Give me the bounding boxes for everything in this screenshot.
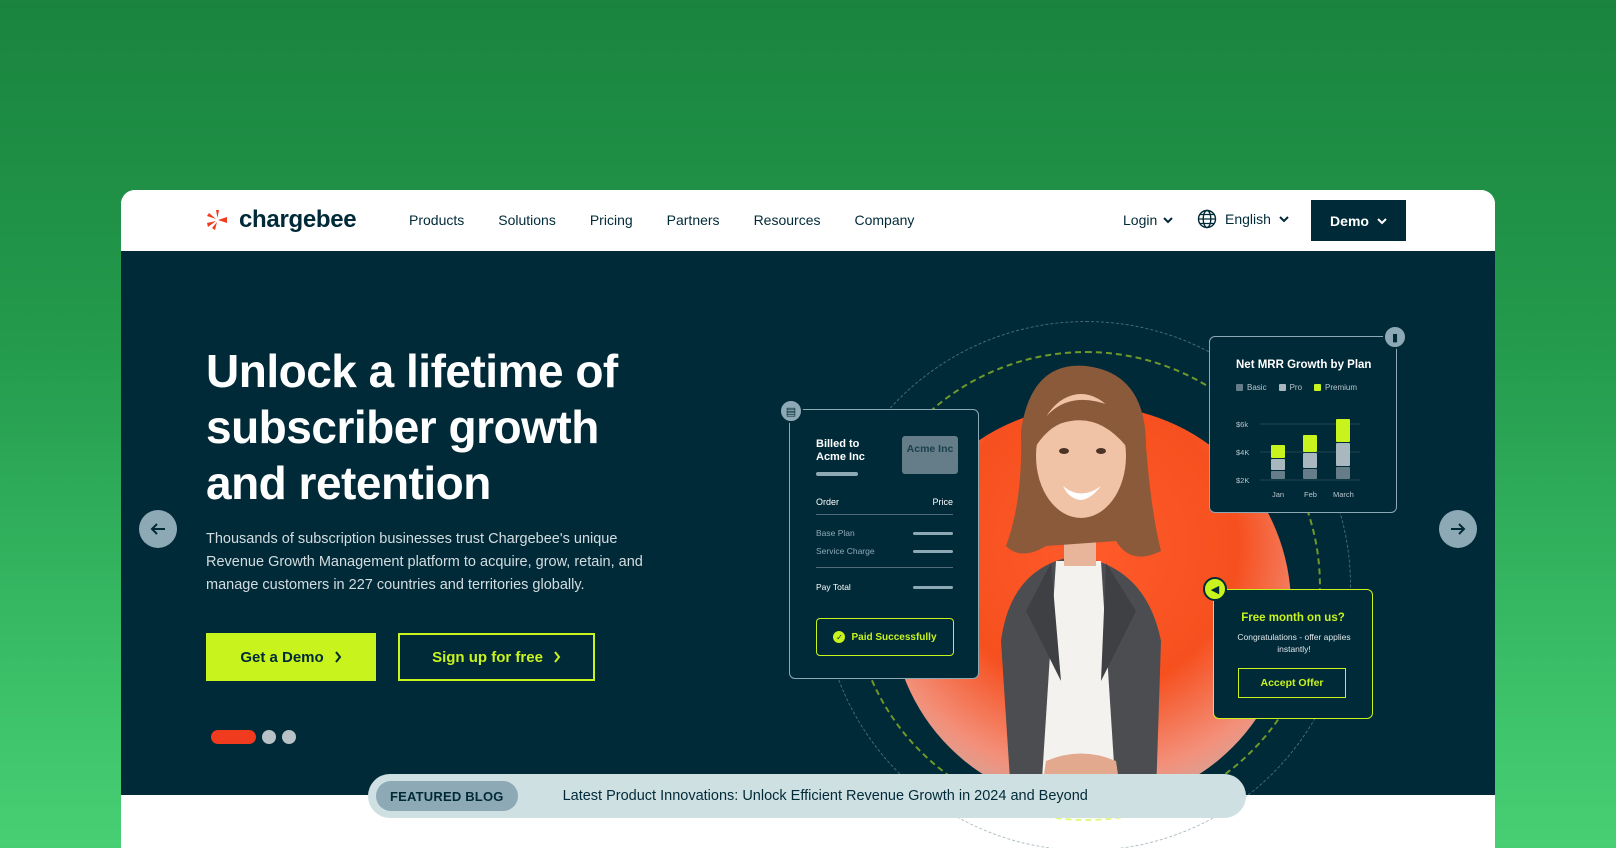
placeholder-bar [913,585,953,589]
carousel-next-button[interactable] [1439,510,1477,548]
hero-person-image [1001,365,1161,795]
legend-pro: Pro [1278,383,1302,392]
pay-total-label: Pay Total [816,582,851,592]
order-column-label: Order [816,497,840,507]
customer-tag: Acme Inc [902,436,958,474]
carousel-prev-button[interactable] [139,510,177,548]
y-tick: $4K [1236,448,1249,457]
placeholder-bar [913,531,953,535]
nav-item-resources[interactable]: Resources [754,212,821,228]
megaphone-icon: ◀ [1203,577,1227,601]
invoice-row: Base Plan [816,528,953,538]
carousel-dot[interactable] [282,730,296,744]
featured-blog-banner[interactable]: FEATURED BLOG Latest Product Innovations… [368,774,1246,818]
invoice-row: Service Charge [816,546,953,556]
main-menu: Products Solutions Pricing Partners Reso… [409,212,948,228]
brand-name: chargebee [239,206,357,233]
bar-basic-jan [1271,471,1285,479]
hero-section: Unlock a lifetime of subscriber growth a… [121,251,1495,848]
arrow-left-icon [150,523,165,535]
offer-card: Free month on us? Congratulations - offe… [1213,589,1373,719]
demo-button[interactable]: Demo [1311,200,1406,241]
bar-premium-march [1336,419,1350,442]
service-charge-label: Service Charge [816,546,875,556]
nav-item-products[interactable]: Products [409,212,464,228]
mrr-chart-card: Net MRR Growth by Plan Basic Pro Premium… [1209,336,1397,513]
login-dropdown[interactable]: Login [1123,212,1173,228]
top-nav: chargebee Products Solutions Pricing Par… [121,190,1495,251]
divider [816,567,953,568]
logo[interactable]: chargebee [205,206,357,234]
bar-premium-jan [1271,445,1285,458]
demo-label: Demo [1330,212,1369,229]
chevron-down-icon [1377,217,1387,224]
offer-text: Congratulations - offer applies instantl… [1237,632,1351,654]
mrr-bar-chart: $6k $4K $2K Jan Feb March [1236,419,1360,499]
carousel-indicators [211,730,296,744]
get-demo-button[interactable]: Get a Demo [206,633,376,681]
hero-title: Unlock a lifetime of subscriber growth a… [206,345,618,509]
x-tick: Feb [1304,490,1317,499]
arrow-right-icon [1451,523,1466,535]
check-icon: ✓ [833,631,846,643]
invoice-total-row: Pay Total [816,582,953,592]
y-tick: $2K [1236,476,1249,485]
y-tick: $6k [1236,420,1248,429]
billed-to-label: Billed to Acme Inc [816,438,865,463]
mrr-legend: Basic Pro Premium [1236,383,1357,392]
browser-window: chargebee Products Solutions Pricing Par… [121,190,1495,848]
offer-title: Free month on us? [1241,612,1345,624]
bar-pro-march [1336,443,1350,466]
hero-subtitle: Thousands of subscription businesses tru… [206,531,643,593]
bar-basic-march [1336,467,1350,479]
bar-premium-feb [1303,435,1317,452]
bar-basic-feb [1303,469,1317,479]
chevron-down-icon [1163,217,1173,224]
price-column-label: Price [932,497,953,507]
document-icon: ▤ [779,399,803,423]
featured-blog-tag: FEATURED BLOG [376,781,518,811]
carousel-dot-active[interactable] [211,730,256,744]
bar-pro-jan [1271,459,1285,470]
invoice-header: Order Price [816,497,953,507]
get-demo-label: Get a Demo [240,648,324,666]
chevron-right-icon [334,651,341,663]
legend-basic: Basic [1236,383,1267,392]
carousel-dot[interactable] [262,730,276,744]
language-selector[interactable]: English [1197,209,1289,229]
mrr-title: Net MRR Growth by Plan [1236,359,1372,371]
globe-icon [1197,209,1217,229]
nav-item-company[interactable]: Company [854,212,914,228]
base-plan-label: Base Plan [816,528,855,538]
legend-premium: Premium [1314,383,1357,392]
x-tick: Jan [1272,490,1284,499]
nav-item-pricing[interactable]: Pricing [590,212,633,228]
paid-status-badge: ✓ Paid Successfully [816,618,954,656]
chargebee-logo-icon [207,210,227,230]
featured-blog-headline[interactable]: Latest Product Innovations: Unlock Effic… [563,788,1088,804]
chevron-right-icon [554,651,561,663]
language-label: English [1225,211,1271,227]
divider [816,514,953,515]
signup-free-button[interactable]: Sign up for free [398,633,595,681]
nav-item-solutions[interactable]: Solutions [498,212,556,228]
placeholder-bar [816,472,858,476]
signup-free-label: Sign up for free [432,648,543,666]
paid-status-label: Paid Successfully [851,631,937,643]
login-label: Login [1123,212,1158,228]
bar-pro-feb [1303,453,1317,468]
accept-offer-button[interactable]: Accept Offer [1238,668,1346,698]
invoice-card: Billed to Acme Inc Acme Inc Order Price … [789,409,979,679]
nav-item-partners[interactable]: Partners [667,212,720,228]
chevron-down-icon [1279,216,1289,223]
placeholder-bar [913,549,953,553]
bar-chart-icon: ▮ [1383,325,1407,349]
x-tick: March [1333,490,1354,499]
